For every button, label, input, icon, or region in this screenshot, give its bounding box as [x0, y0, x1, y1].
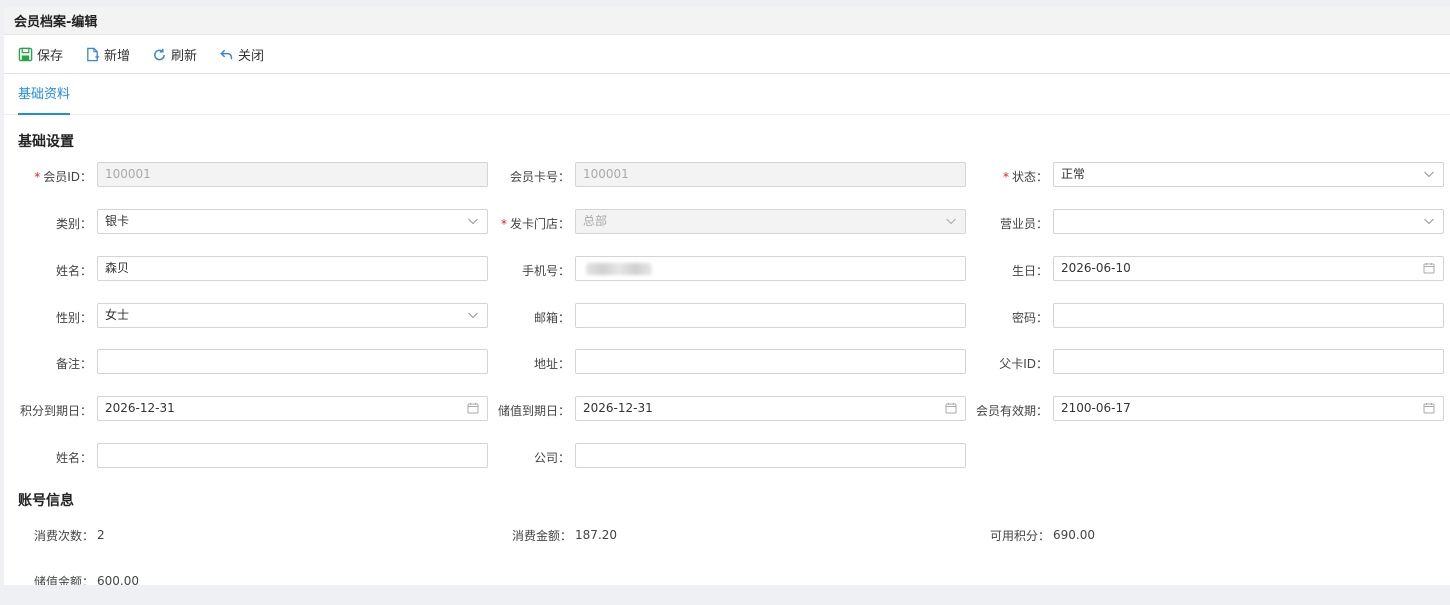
available-points-value: 690.00 — [1053, 528, 1095, 542]
parent-card-input[interactable] — [1053, 349, 1444, 374]
birthday-label: 生日： — [1011, 264, 1048, 278]
consume-count-value: 2 — [97, 528, 105, 542]
toolbar: 保存 新增 刷新 关闭 — [4, 35, 1450, 74]
gender-label: 性别： — [55, 311, 92, 325]
member-expiry-value: 2100-06-17 — [1061, 401, 1131, 415]
password-input[interactable] — [1053, 303, 1444, 328]
member-edit-window: 会员档案-编辑 保存 新增 刷新 关闭 基础资料 基础设置 * 会员ID： 100… — [4, 7, 1450, 585]
issue-store-value: 总部 — [583, 214, 608, 228]
add-label: 新增 — [104, 48, 131, 64]
window-title: 会员档案-编辑 — [4, 7, 1450, 35]
category-label: 类别： — [55, 217, 92, 231]
stored-expiry-date-input[interactable]: 2026-12-31 — [575, 396, 966, 421]
undo-arrow-icon — [220, 49, 233, 59]
chevron-down-icon — [468, 312, 478, 319]
chevron-down-icon — [1424, 218, 1434, 225]
member-id-input[interactable]: 100001 — [97, 162, 488, 187]
email-input[interactable] — [575, 303, 966, 328]
calendar-icon[interactable] — [467, 402, 479, 414]
chevron-down-icon — [468, 218, 478, 225]
chevron-down-icon — [1424, 171, 1434, 178]
stored-expiry-value: 2026-12-31 — [583, 401, 653, 415]
remark-input[interactable] — [97, 349, 488, 374]
tab-bar: 基础资料 — [4, 74, 1450, 115]
card-no-input[interactable]: 100001 — [575, 162, 966, 187]
calendar-icon[interactable] — [1423, 402, 1435, 414]
member-id-label: * 会员ID： — [34, 170, 92, 184]
remark-label: 备注： — [55, 357, 92, 371]
company-input[interactable] — [575, 443, 966, 468]
card-no-label: 会员卡号： — [509, 170, 570, 184]
company-label: 公司： — [533, 451, 570, 465]
member-expiry-label: 会员有效期： — [975, 404, 1048, 418]
consume-amount-value: 187.20 — [575, 528, 617, 542]
password-label: 密码： — [1011, 311, 1048, 325]
status-value: 正常 — [1061, 167, 1086, 181]
name-input[interactable]: 森贝 — [97, 256, 488, 281]
birthday-date-input[interactable]: 2026-06-10 — [1053, 256, 1444, 281]
save-label: 保存 — [37, 48, 64, 64]
redacted-phone — [586, 263, 652, 275]
add-button[interactable]: 新增 — [85, 45, 130, 64]
consume-count-label: 消费次数： — [33, 529, 94, 543]
address-input[interactable] — [575, 349, 966, 374]
parent-card-label: 父卡ID： — [999, 357, 1048, 371]
address-label: 地址： — [533, 357, 570, 371]
stored-amount-value: 600.00 — [97, 574, 139, 585]
tab-basic-info[interactable]: 基础资料 — [18, 74, 71, 115]
save-button[interactable]: 保存 — [18, 45, 63, 64]
calendar-icon[interactable] — [945, 402, 957, 414]
section-account-info: 账号信息 — [18, 493, 74, 509]
gender-value: 女士 — [105, 308, 130, 322]
salesperson-select[interactable] — [1053, 209, 1444, 234]
chevron-down-icon — [946, 218, 956, 225]
name2-input[interactable] — [97, 443, 488, 468]
refresh-label: 刷新 — [171, 48, 198, 64]
new-file-icon — [87, 47, 100, 61]
consume-amount-label: 消费金额： — [511, 529, 572, 543]
save-icon — [18, 47, 33, 61]
issue-store-label: * 发卡门店： — [500, 217, 570, 231]
close-button[interactable]: 关闭 — [219, 45, 264, 64]
stored-amount-label: 储值金额： — [33, 575, 94, 585]
refresh-button[interactable]: 刷新 — [152, 45, 197, 64]
points-expiry-label: 积分到期日： — [19, 404, 92, 418]
phone-input[interactable] — [575, 256, 966, 281]
member-expiry-date-input[interactable]: 2100-06-17 — [1053, 396, 1444, 421]
name-label: 姓名： — [55, 264, 92, 278]
category-value: 银卡 — [105, 214, 130, 228]
calendar-icon[interactable] — [1423, 262, 1435, 274]
salesperson-label: 营业员： — [999, 217, 1048, 231]
points-expiry-date-input[interactable]: 2026-12-31 — [97, 396, 488, 421]
issue-store-select[interactable]: 总部 — [575, 209, 966, 234]
refresh-icon — [154, 48, 165, 60]
email-label: 邮箱： — [533, 311, 570, 325]
gender-select[interactable]: 女士 — [97, 303, 488, 328]
close-label: 关闭 — [238, 48, 265, 64]
stored-expiry-label: 储值到期日： — [497, 404, 570, 418]
phone-label: 手机号： — [521, 264, 570, 278]
status-select[interactable]: 正常 — [1053, 162, 1444, 187]
category-select[interactable]: 银卡 — [97, 209, 488, 234]
name2-label: 姓名： — [55, 451, 92, 465]
section-basic-settings: 基础设置 — [18, 134, 74, 150]
available-points-label: 可用积分： — [989, 529, 1050, 543]
points-expiry-value: 2026-12-31 — [105, 401, 175, 415]
status-label: * 状态： — [1002, 170, 1048, 184]
birthday-value: 2026-06-10 — [1061, 261, 1131, 275]
